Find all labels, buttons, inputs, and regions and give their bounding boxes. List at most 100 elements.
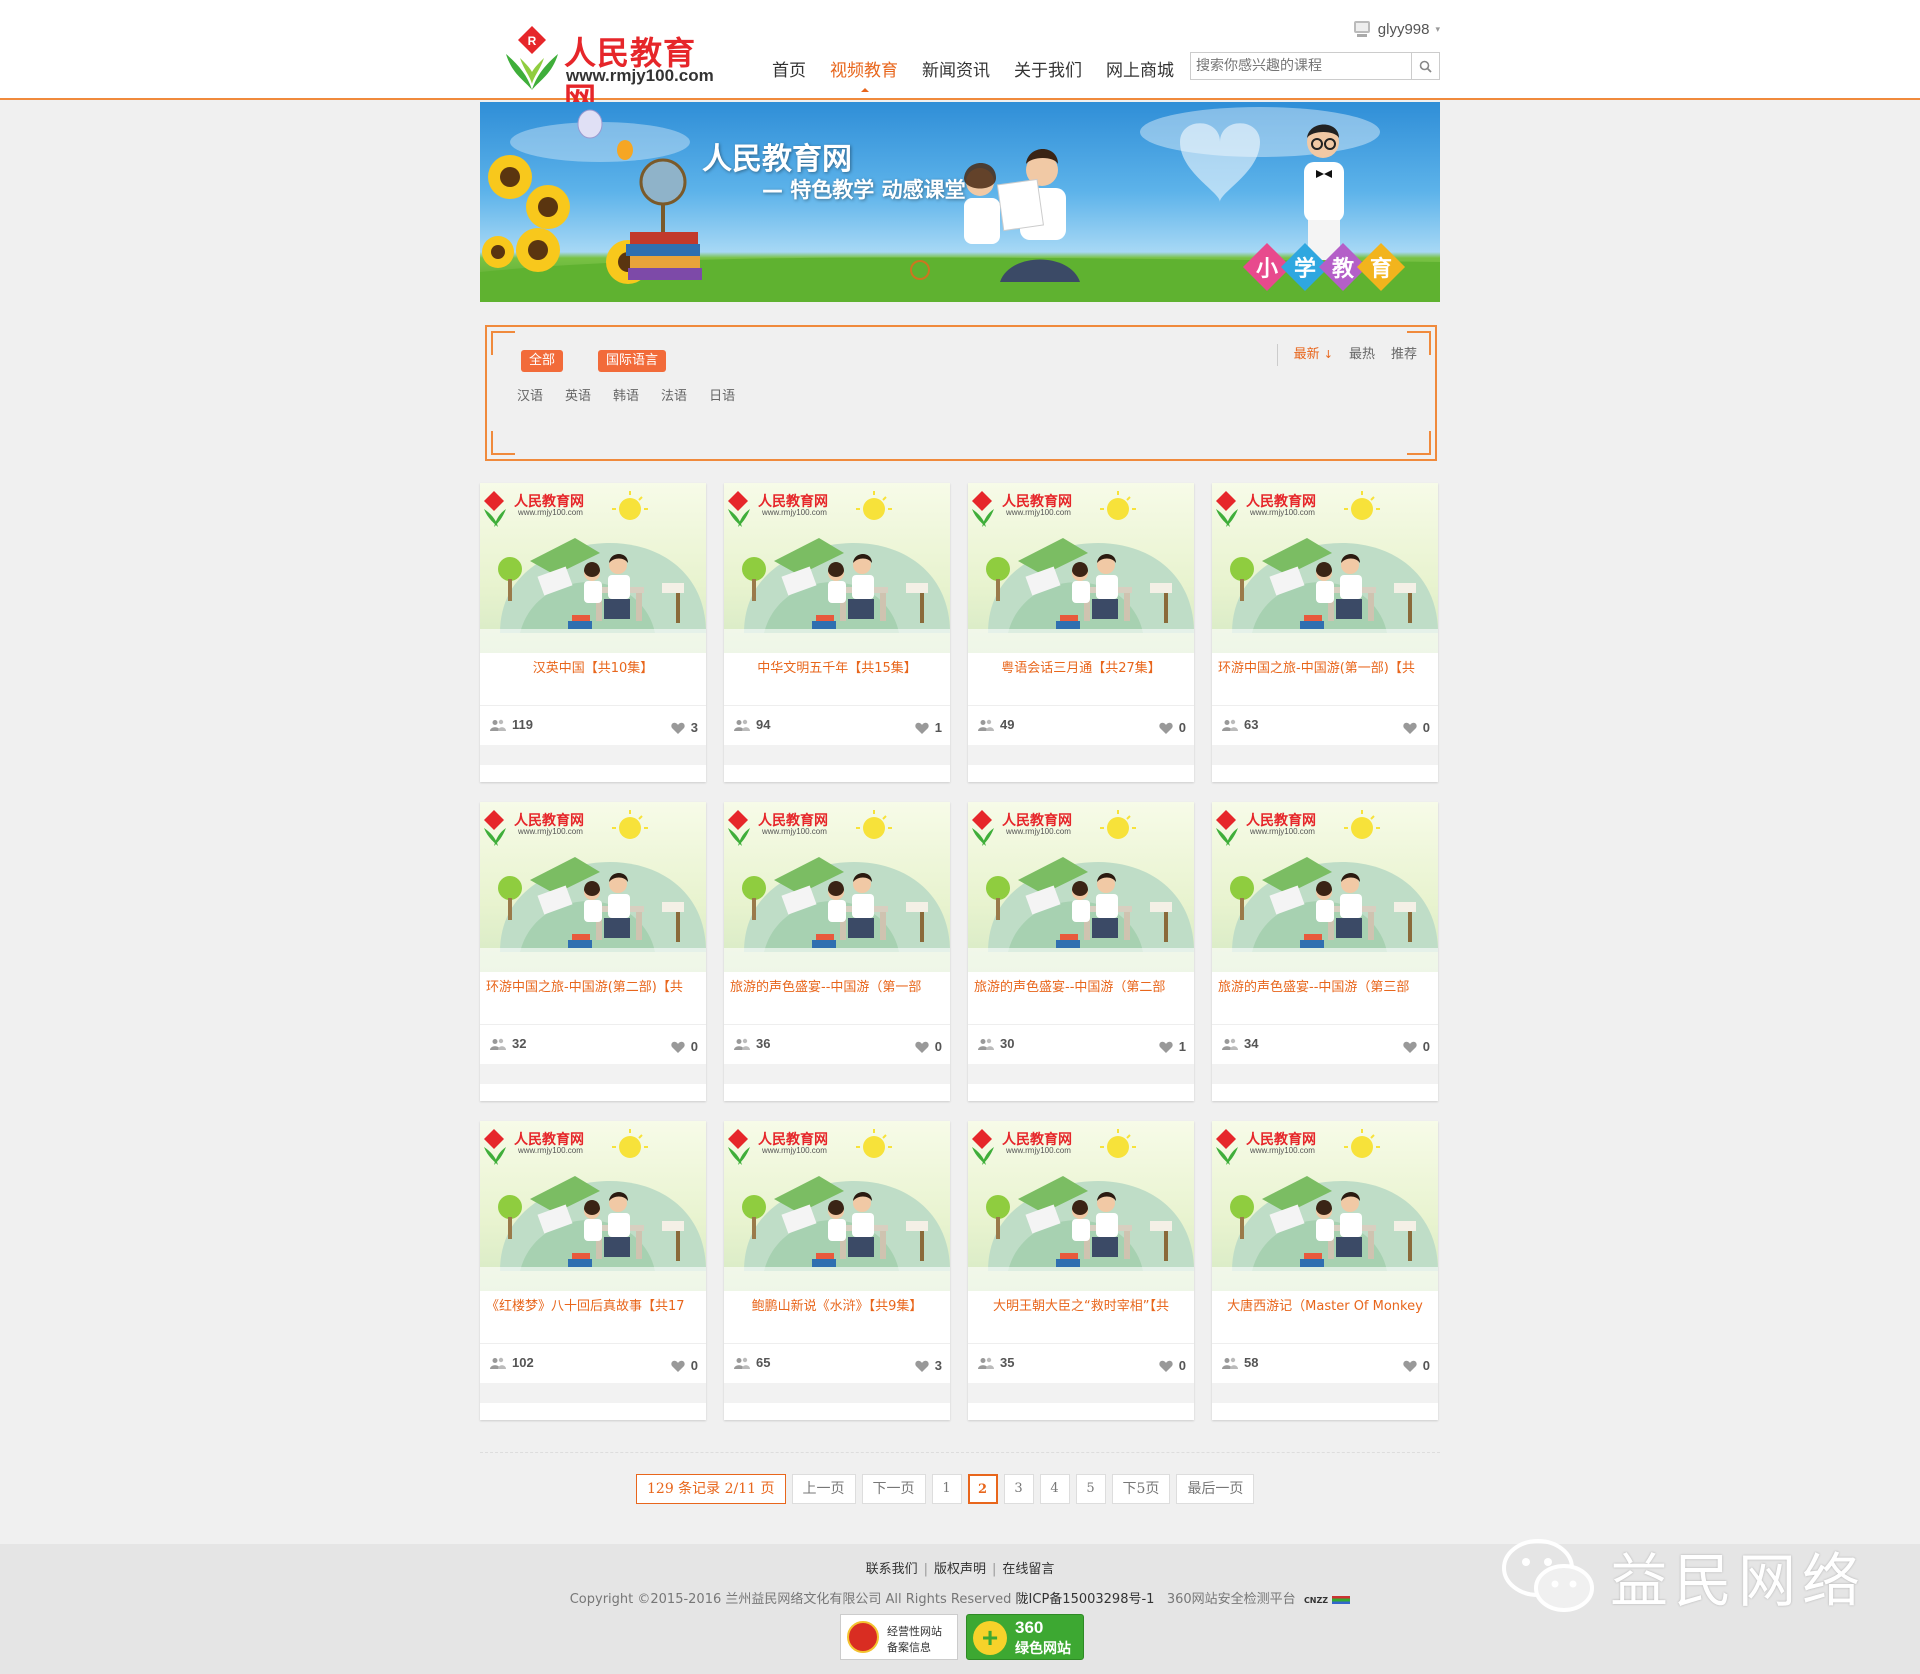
frame-corner — [491, 431, 515, 455]
course-title[interactable]: 大明王朝大臣之“救时宰相”【共 — [974, 1295, 1188, 1315]
nav-video-education[interactable]: 视频教育 — [818, 56, 910, 92]
subcategory-chinese[interactable]: 汉语 — [517, 385, 543, 404]
course-card[interactable]: 人民教育网 www.rmjy100.com 大唐西游记（Master Of Mo… — [1212, 1121, 1438, 1420]
last-page-button[interactable]: 最后一页 — [1176, 1474, 1255, 1504]
like-count[interactable]: 0 — [671, 1358, 698, 1373]
search-button[interactable] — [1411, 53, 1439, 79]
tag-all[interactable]: 全部 — [521, 350, 564, 372]
like-count-value: 0 — [1178, 720, 1186, 735]
heart-icon — [1403, 1360, 1417, 1372]
course-thumbnail[interactable]: 人民教育网 www.rmjy100.com — [480, 1121, 706, 1291]
flag-icon — [1332, 1595, 1351, 1604]
like-count[interactable]: 3 — [671, 720, 698, 735]
like-count[interactable]: 0 — [671, 1039, 698, 1054]
page-3-button[interactable]: 3 — [1003, 1474, 1034, 1504]
page-1-button[interactable]: 1 — [931, 1474, 962, 1504]
course-thumbnail[interactable]: 人民教育网 www.rmjy100.com — [724, 802, 950, 972]
security-link[interactable]: 360网站安全检测平台 — [1167, 1592, 1296, 1607]
course-title[interactable]: 大唐西游记（Master Of Monkey — [1218, 1295, 1432, 1315]
360-green-site-badge[interactable]: + 360 绿色网站 — [966, 1614, 1084, 1660]
like-count[interactable]: 0 — [1159, 720, 1186, 735]
course-title[interactable]: 旅游的声色盛宴--中国游（第三部 — [1218, 976, 1432, 996]
course-title[interactable]: 中华文明五千年【共15集】 — [730, 657, 944, 677]
cnzz-icon[interactable]: CNZZ — [1304, 1596, 1328, 1605]
course-card[interactable]: 人民教育网 www.rmjy100.com 粤语会话三月通【共27集】 49 0 — [968, 483, 1194, 782]
course-card[interactable]: 人民教育网 www.rmjy100.com 旅游的声色盛宴--中国游（第三部 3… — [1212, 802, 1438, 1101]
footer-link-copyright[interactable]: 版权声明 — [928, 1562, 992, 1577]
view-count: 36 — [734, 1036, 770, 1051]
sort-options: 最新 ↓ 最热 推荐 — [1276, 344, 1417, 366]
course-title[interactable]: 《红楼梦》八十回后真故事【共17 — [486, 1295, 700, 1315]
sort-newest[interactable]: 最新 ↓ — [1294, 344, 1333, 366]
course-card[interactable]: 人民教育网 www.rmjy100.com 鲍鹏山新说《水浒》【共9集】 65 … — [724, 1121, 950, 1420]
subcategory-english[interactable]: 英语 — [565, 385, 591, 404]
like-count[interactable]: 0 — [1403, 1358, 1430, 1373]
view-count: 32 — [490, 1036, 526, 1051]
like-count[interactable]: 1 — [915, 720, 942, 735]
course-thumbnail[interactable]: 人民教育网 www.rmjy100.com — [480, 802, 706, 972]
card-footer — [968, 1383, 1194, 1403]
course-card[interactable]: 人民教育网 www.rmjy100.com 旅游的声色盛宴--中国游（第一部 3… — [724, 802, 950, 1101]
view-count: 34 — [1222, 1036, 1258, 1051]
view-count-value: 36 — [756, 1036, 771, 1051]
prev-page-button[interactable]: 上一页 — [791, 1474, 856, 1504]
next-page-button[interactable]: 下一页 — [861, 1474, 926, 1504]
nav-about[interactable]: 关于我们 — [1002, 56, 1094, 81]
course-thumbnail[interactable]: 人民教育网 www.rmjy100.com — [968, 483, 1194, 653]
search-input[interactable] — [1191, 53, 1413, 79]
like-count-value: 1 — [934, 720, 942, 735]
site-logo[interactable]: R 人民教育网 www.rmjy100.com — [502, 18, 722, 118]
course-title[interactable]: 旅游的声色盛宴--中国游（第一部 — [730, 976, 944, 996]
like-count[interactable]: 0 — [1403, 1039, 1430, 1054]
course-thumbnail[interactable]: 人民教育网 www.rmjy100.com — [968, 802, 1194, 972]
course-title[interactable]: 环游中国之旅-中国游(第一部)【共 — [1218, 657, 1432, 677]
user-menu[interactable]: glyy998 ▾ — [1352, 20, 1440, 38]
course-thumbnail[interactable]: 人民教育网 www.rmjy100.com — [480, 483, 706, 653]
subcategory-japanese[interactable]: 日语 — [709, 385, 735, 404]
nav-shop[interactable]: 网上商城 — [1094, 56, 1186, 81]
course-thumbnail[interactable]: 人民教育网 www.rmjy100.com — [1212, 1121, 1438, 1291]
like-count[interactable]: 3 — [915, 1358, 942, 1373]
subcategory-french[interactable]: 法语 — [661, 385, 687, 404]
course-thumbnail[interactable]: 人民教育网 www.rmjy100.com — [724, 1121, 950, 1291]
view-count-value: 119 — [512, 717, 533, 732]
course-card[interactable]: 人民教育网 www.rmjy100.com 《红楼梦》八十回后真故事【共17 1… — [480, 1121, 706, 1420]
subcategory-korean[interactable]: 韩语 — [613, 385, 639, 404]
like-count[interactable]: 1 — [1159, 1039, 1186, 1054]
nav-home[interactable]: 首页 — [760, 56, 818, 81]
page-5-button[interactable]: 5 — [1075, 1474, 1106, 1504]
sort-hottest[interactable]: 最热 — [1349, 344, 1375, 366]
course-title[interactable]: 环游中国之旅-中国游(第二部)【共 — [486, 976, 700, 996]
like-count[interactable]: 0 — [1403, 720, 1430, 735]
page-4-button[interactable]: 4 — [1039, 1474, 1070, 1504]
course-title[interactable]: 粤语会话三月通【共27集】 — [974, 657, 1188, 677]
course-thumbnail[interactable]: 人民教育网 www.rmjy100.com — [1212, 483, 1438, 653]
footer-link-message[interactable]: 在线留言 — [996, 1562, 1060, 1577]
page-2-button[interactable]: 2 — [967, 1474, 998, 1504]
tag-international-languages[interactable]: 国际语言 — [598, 350, 667, 372]
course-card[interactable]: 人民教育网 www.rmjy100.com 旅游的声色盛宴--中国游（第二部 3… — [968, 802, 1194, 1101]
course-thumbnail[interactable]: 人民教育网 www.rmjy100.com — [1212, 802, 1438, 972]
users-icon — [1222, 1357, 1238, 1369]
business-record-badge[interactable]: 经营性网站 备案信息 — [840, 1614, 958, 1660]
pagination-info: 129 条记录 2/11 页 — [636, 1474, 786, 1504]
footer-link-contact[interactable]: 联系我们 — [860, 1562, 924, 1577]
heart-icon — [671, 1360, 685, 1372]
course-card[interactable]: 人民教育网 www.rmjy100.com 环游中国之旅-中国游(第二部)【共 … — [480, 802, 706, 1101]
course-card[interactable]: 人民教育网 www.rmjy100.com 环游中国之旅-中国游(第一部)【共 … — [1212, 483, 1438, 782]
icp-link[interactable]: 陇ICP备15003298号-1 — [1016, 1592, 1155, 1607]
view-count: 119 — [490, 717, 533, 732]
sort-recommended[interactable]: 推荐 — [1391, 344, 1417, 366]
like-count[interactable]: 0 — [1159, 1358, 1186, 1373]
nav-news[interactable]: 新闻资讯 — [910, 56, 1002, 81]
course-title[interactable]: 鲍鹏山新说《水浒》【共9集】 — [730, 1295, 944, 1315]
course-card[interactable]: 人民教育网 www.rmjy100.com 汉英中国【共10集】 119 3 — [480, 483, 706, 782]
course-card[interactable]: 人民教育网 www.rmjy100.com 中华文明五千年【共15集】 94 1 — [724, 483, 950, 782]
course-title[interactable]: 旅游的声色盛宴--中国游（第二部 — [974, 976, 1188, 996]
like-count[interactable]: 0 — [915, 1039, 942, 1054]
next-5-pages-button[interactable]: 下5页 — [1111, 1474, 1171, 1504]
course-card[interactable]: 人民教育网 www.rmjy100.com 大明王朝大臣之“救时宰相”【共 35… — [968, 1121, 1194, 1420]
course-thumbnail[interactable]: 人民教育网 www.rmjy100.com — [968, 1121, 1194, 1291]
course-title[interactable]: 汉英中国【共10集】 — [486, 657, 700, 677]
course-thumbnail[interactable]: 人民教育网 www.rmjy100.com — [724, 483, 950, 653]
